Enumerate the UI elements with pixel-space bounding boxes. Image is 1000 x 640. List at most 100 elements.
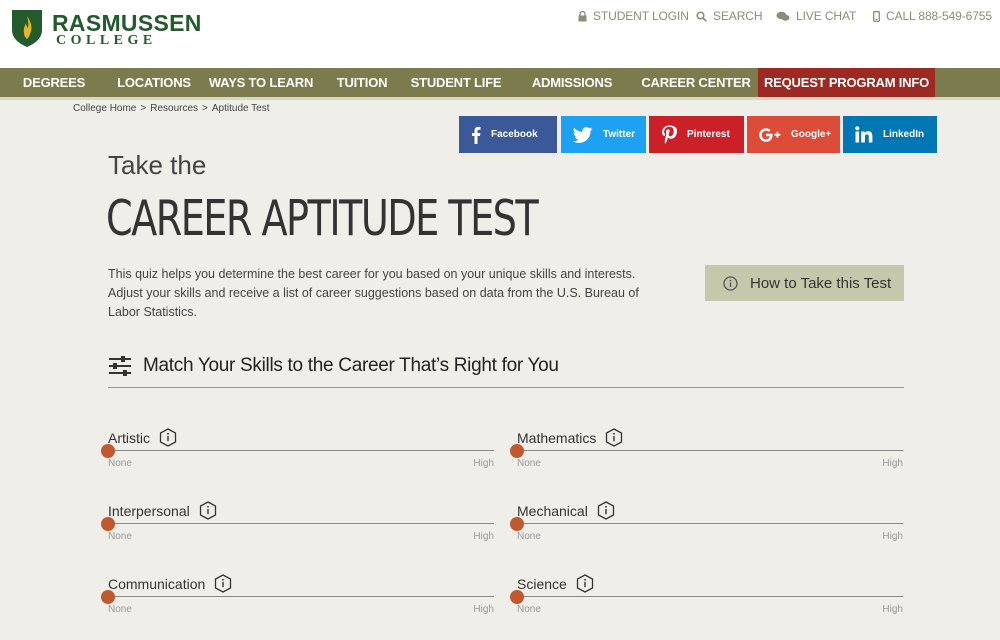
header: RASMUSSEN COLLEGE STUDENT LOGIN SEARCH L…: [0, 0, 1000, 68]
slider-track[interactable]: [517, 596, 903, 597]
slider-max-label: High: [473, 458, 494, 469]
skill-label-text: Communication: [108, 575, 206, 592]
slider-min-label: None: [517, 531, 541, 542]
share-googleplus-button[interactable]: Google+: [747, 116, 840, 153]
skill-label-text: Science: [517, 575, 567, 592]
mobile-phone-icon: [873, 10, 880, 22]
skill-label-text: Mechanical: [517, 502, 588, 519]
logo[interactable]: RASMUSSEN COLLEGE: [10, 8, 210, 52]
breadcrumb-resources[interactable]: Resources: [150, 103, 198, 114]
skill-label: Communication: [108, 574, 232, 593]
slider-min-label: None: [108, 458, 132, 469]
how-to-take-test-button[interactable]: How to Take this Test: [705, 265, 904, 301]
slider-max-label: High: [882, 458, 903, 469]
slider-track[interactable]: [108, 596, 494, 597]
share-facebook-label: Facebook: [491, 129, 538, 140]
slider-track[interactable]: [517, 523, 903, 524]
call-link[interactable]: CALL 888-549-6755: [873, 9, 992, 23]
nav-tuition[interactable]: TUITION: [322, 68, 402, 97]
breadcrumb-current: Aptitude Test: [211, 103, 270, 114]
chat-bubbles-icon: [776, 11, 790, 21]
slider-min-label: None: [108, 531, 132, 542]
skills-section-heading: Match Your Skills to the Career That’s R…: [108, 355, 904, 388]
share-linkedin-button[interactable]: LinkedIn: [843, 116, 937, 153]
page-title: CAREER APTITUDE TEST: [106, 190, 539, 247]
nav-student-life[interactable]: STUDENT LIFE: [402, 68, 510, 97]
skill-slider-interpersonal[interactable]: Interpersonal None High: [101, 501, 494, 561]
breadcrumb-separator: >: [140, 103, 147, 114]
nav-career-center[interactable]: CAREER CENTER: [634, 68, 758, 97]
shield-flame-icon: [12, 10, 42, 47]
skills-section-title: Match Your Skills to the Career That’s R…: [143, 355, 559, 376]
skill-label: Science: [517, 574, 594, 593]
page-pre-title: Take the: [108, 150, 207, 180]
nav-admissions[interactable]: ADMISSIONS: [510, 68, 634, 97]
skill-label-text: Mathematics: [517, 429, 597, 446]
nav-ways-to-learn[interactable]: WAYS TO LEARN: [200, 68, 322, 97]
share-pinterest-label: Pinterest: [687, 129, 730, 140]
skill-slider-artistic[interactable]: Artistic None High: [101, 428, 494, 488]
share-twitter-button[interactable]: Twitter: [561, 116, 646, 153]
skill-slider-science[interactable]: Science None High: [510, 574, 903, 634]
share-twitter-label: Twitter: [603, 129, 636, 140]
lock-icon: [578, 10, 587, 21]
linkedin-icon: [855, 126, 873, 143]
slider-track[interactable]: [108, 523, 494, 524]
live-chat-link[interactable]: LIVE CHAT: [776, 9, 856, 23]
info-icon: [723, 275, 738, 291]
slider-track[interactable]: [108, 450, 494, 451]
sliders-icon: [109, 356, 131, 376]
search-link[interactable]: SEARCH: [696, 9, 763, 23]
intro-text: This quiz helps you determine the best c…: [108, 267, 639, 319]
slider-track[interactable]: [517, 450, 903, 451]
skill-slider-mathematics[interactable]: Mathematics None High: [510, 428, 903, 488]
nav-locations[interactable]: LOCATIONS: [108, 68, 200, 97]
skill-label: Mathematics: [517, 428, 623, 447]
logo-subname: COLLEGE: [56, 33, 157, 48]
share-googleplus-label: Google+: [791, 129, 832, 140]
slider-min-label: None: [517, 458, 541, 469]
skill-label: Interpersonal: [108, 501, 217, 520]
slider-thumb[interactable]: [101, 517, 115, 531]
slider-thumb[interactable]: [510, 590, 524, 604]
share-pinterest-button[interactable]: Pinterest: [649, 116, 744, 153]
skill-label-text: Interpersonal: [108, 502, 190, 519]
breadcrumb-home[interactable]: College Home: [73, 103, 136, 114]
student-login-link[interactable]: STUDENT LOGIN: [578, 9, 689, 23]
info-hexagon-icon[interactable]: [199, 501, 217, 520]
pinterest-icon: [662, 125, 677, 144]
skill-slider-communication[interactable]: Communication None High: [101, 574, 494, 634]
main-nav: DEGREES LOCATIONS WAYS TO LEARN TUITION …: [0, 68, 1000, 97]
search-icon: [696, 10, 707, 22]
student-login-label: STUDENT LOGIN: [593, 9, 689, 23]
info-hexagon-icon[interactable]: [159, 428, 177, 447]
nav-degrees[interactable]: DEGREES: [0, 68, 108, 97]
slider-thumb[interactable]: [101, 444, 115, 458]
request-program-info-button[interactable]: REQUEST PROGRAM INFO: [758, 68, 935, 97]
breadcrumb-separator: >: [202, 103, 208, 114]
slider-thumb[interactable]: [510, 517, 524, 531]
slider-min-label: None: [517, 604, 541, 615]
how-to-take-test-label: How to Take this Test: [750, 274, 892, 292]
share-facebook-button[interactable]: Facebook: [459, 116, 557, 153]
slider-max-label: High: [473, 604, 494, 615]
skill-label: Mechanical: [517, 501, 615, 520]
skill-slider-mechanical[interactable]: Mechanical None High: [510, 501, 903, 561]
info-hexagon-icon[interactable]: [597, 501, 615, 520]
slider-min-label: None: [108, 604, 132, 615]
info-hexagon-icon[interactable]: [576, 574, 594, 593]
info-hexagon-icon[interactable]: [214, 574, 232, 593]
slider-thumb[interactable]: [101, 590, 115, 604]
twitter-bird-icon: [573, 126, 593, 143]
slider-max-label: High: [882, 604, 903, 615]
slider-max-label: High: [882, 531, 903, 542]
google-plus-icon: [759, 127, 781, 142]
slider-max-label: High: [473, 531, 494, 542]
share-linkedin-label: LinkedIn: [883, 129, 925, 140]
info-hexagon-icon[interactable]: [605, 428, 623, 447]
skill-label-text: Artistic: [108, 429, 150, 446]
live-chat-label: LIVE CHAT: [796, 9, 857, 23]
nav-divider: [0, 97, 1000, 100]
slider-thumb[interactable]: [510, 444, 524, 458]
search-label: SEARCH: [713, 9, 763, 23]
